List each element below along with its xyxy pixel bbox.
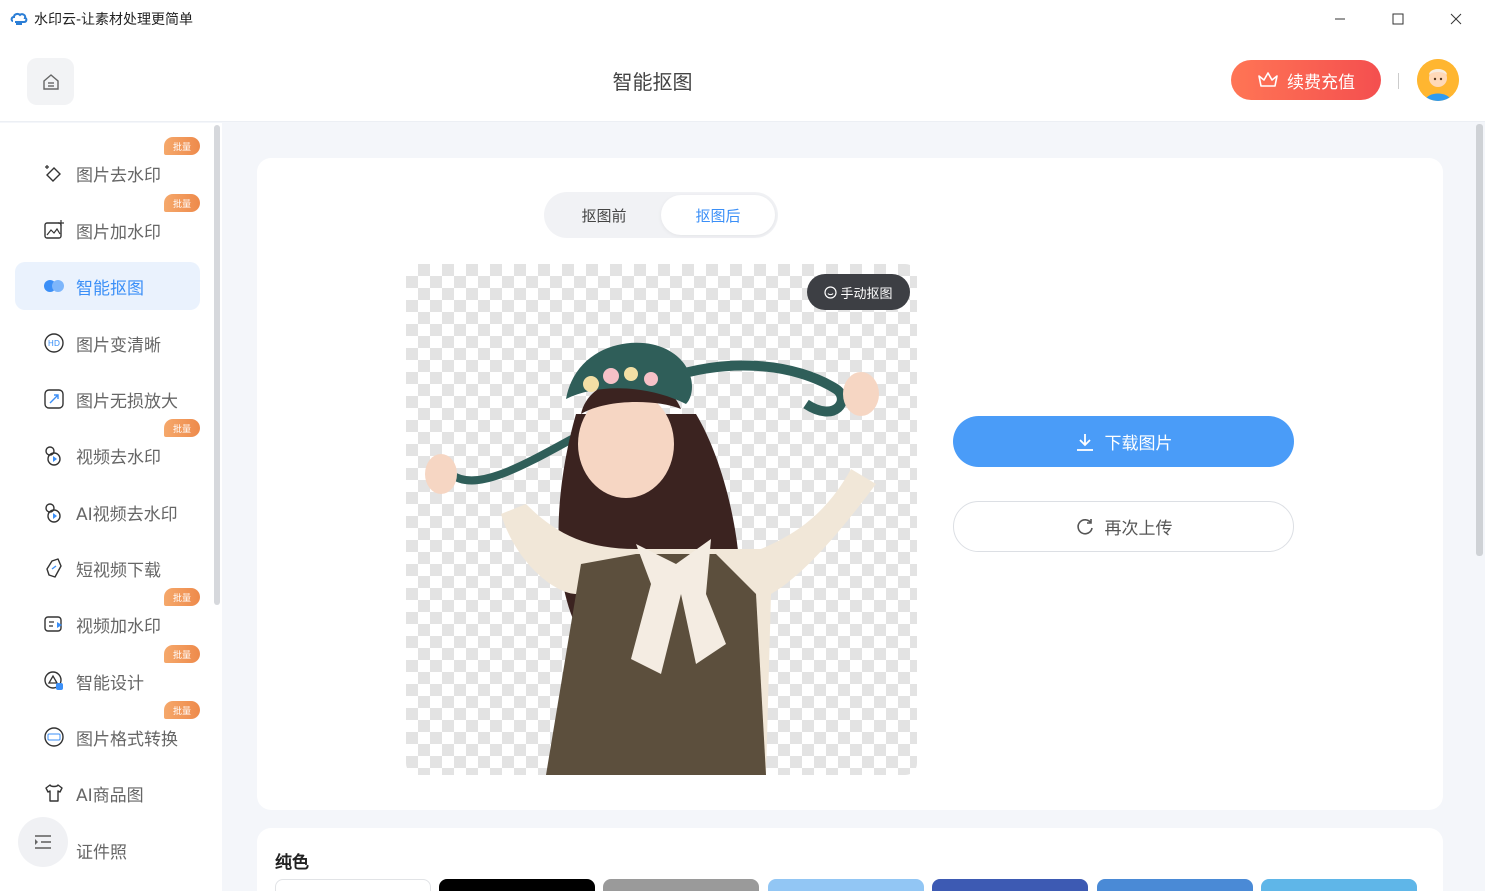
sidebar-item-label: 短视频下载 bbox=[76, 560, 161, 581]
reupload-label: 再次上传 bbox=[1104, 519, 1173, 539]
minimize-icon bbox=[1335, 18, 1345, 20]
batch-badge: 批量 bbox=[164, 701, 200, 719]
batch-badge: 批量 bbox=[164, 137, 200, 155]
sidebar-item-ai-product-image[interactable]: AI商品图 bbox=[15, 769, 200, 817]
video-eraser-icon bbox=[42, 443, 66, 467]
download-icon bbox=[1076, 433, 1093, 451]
user-avatar-icon bbox=[1417, 59, 1459, 101]
reupload-button[interactable]: 再次上传 bbox=[953, 501, 1294, 552]
eraser-icon bbox=[42, 161, 66, 185]
sidebar-item-label: AI视频去水印 bbox=[76, 504, 178, 525]
cutout-subject-image bbox=[425, 342, 879, 775]
design-icon bbox=[42, 669, 66, 693]
sidebar-item-video-remove-watermark[interactable]: 视频去水印 批量 bbox=[15, 419, 200, 479]
video-add-icon bbox=[42, 612, 66, 636]
manual-cutout-button[interactable]: 手动抠图 bbox=[807, 274, 910, 310]
renew-button[interactable]: 续费充值 bbox=[1231, 60, 1381, 100]
color-swatch[interactable] bbox=[768, 879, 924, 891]
hd-icon: HD bbox=[42, 331, 66, 355]
sidebar-item-add-watermark[interactable]: 图片加水印 批量 bbox=[15, 194, 200, 254]
sidebar-item-enhance[interactable]: HD 图片变清晰 bbox=[15, 319, 200, 367]
cutout-icon bbox=[42, 274, 66, 298]
sidebar-item-label: 图片去水印 bbox=[76, 165, 161, 186]
section-title: 纯色 bbox=[275, 853, 309, 873]
page-title: 智能抠图 bbox=[612, 70, 693, 94]
minimize-button[interactable] bbox=[1311, 0, 1369, 38]
sidebar-item-short-video-download[interactable]: 短视频下载 bbox=[15, 544, 200, 592]
sidebar-item-label: 视频去水印 bbox=[76, 447, 161, 468]
app-logo-icon bbox=[10, 12, 28, 25]
tab-after[interactable]: 抠图后 bbox=[661, 195, 775, 235]
refresh-icon bbox=[1076, 518, 1093, 535]
tab-before[interactable]: 抠图前 bbox=[547, 195, 661, 235]
svg-text:HD: HD bbox=[48, 339, 60, 348]
before-after-toggle: 抠图前 抠图后 bbox=[544, 192, 778, 238]
batch-badge: 批量 bbox=[164, 194, 200, 212]
image-add-icon bbox=[42, 218, 66, 242]
smile-icon bbox=[824, 285, 838, 299]
maximize-button[interactable] bbox=[1369, 0, 1427, 38]
link-icon bbox=[42, 556, 66, 580]
window-controls bbox=[1311, 0, 1485, 38]
batch-badge: 批量 bbox=[164, 645, 200, 663]
collapse-sidebar-button[interactable] bbox=[18, 817, 68, 867]
batch-badge: 批量 bbox=[164, 419, 200, 437]
sidebar-item-label: 图片加水印 bbox=[76, 222, 161, 243]
ai-video-icon bbox=[42, 500, 66, 524]
cutout-result-card: 抠图前 抠图后 手动抠图 下载图片 再次上传 bbox=[257, 158, 1443, 810]
sidebar: 图片去水印 批量 图片加水印 批量 智能抠图 HD 图片变清晰 图片无损放大 视… bbox=[0, 123, 222, 891]
color-swatch[interactable] bbox=[275, 879, 431, 891]
sidebar-item-label: 图片无损放大 bbox=[76, 391, 178, 412]
sidebar-item-ai-video-remove-watermark[interactable]: AI视频去水印 bbox=[15, 488, 200, 536]
download-label: 下载图片 bbox=[1104, 434, 1173, 454]
color-swatch[interactable] bbox=[439, 879, 595, 891]
app-header: 智能抠图 续费充值 bbox=[0, 38, 1485, 122]
sidebar-scrollbar[interactable] bbox=[214, 125, 220, 605]
sidebar-item-label: 图片变清晰 bbox=[76, 335, 161, 356]
sidebar-item-smart-cutout[interactable]: 智能抠图 bbox=[15, 262, 200, 310]
title-bar: 水印云-让素材处理更简单 bbox=[0, 0, 1485, 38]
cutout-preview: 手动抠图 bbox=[406, 264, 917, 775]
sidebar-item-label: 视频加水印 bbox=[76, 616, 161, 637]
shirt-icon bbox=[42, 781, 66, 805]
enlarge-icon bbox=[42, 387, 66, 411]
header-divider bbox=[1398, 73, 1399, 89]
renew-label: 续费充值 bbox=[1287, 72, 1355, 93]
color-swatch[interactable] bbox=[603, 879, 759, 891]
menu-collapse-icon bbox=[35, 835, 51, 849]
sidebar-item-label: 图片格式转换 bbox=[76, 729, 178, 750]
window-title: 水印云-让素材处理更简单 bbox=[34, 12, 194, 28]
manual-cutout-label: 手动抠图 bbox=[840, 286, 893, 302]
close-button[interactable] bbox=[1427, 0, 1485, 38]
color-swatch[interactable] bbox=[932, 879, 1088, 891]
sidebar-item-remove-watermark[interactable]: 图片去水印 批量 bbox=[15, 137, 200, 197]
avatar[interactable] bbox=[1417, 59, 1459, 101]
sidebar-item-label: AI商品图 bbox=[76, 785, 144, 806]
sidebar-item-video-add-watermark[interactable]: 视频加水印 批量 bbox=[15, 588, 200, 648]
crown-icon bbox=[1258, 72, 1278, 87]
jpg-icon bbox=[42, 725, 66, 749]
download-image-button[interactable]: 下载图片 bbox=[953, 416, 1294, 467]
sidebar-item-smart-design[interactable]: 智能设计 批量 bbox=[15, 645, 200, 705]
main-scrollbar[interactable] bbox=[1476, 124, 1483, 556]
close-icon bbox=[1450, 13, 1462, 25]
batch-badge: 批量 bbox=[164, 588, 200, 606]
sidebar-item-upscale[interactable]: 图片无损放大 bbox=[15, 375, 200, 423]
color-swatch[interactable] bbox=[1261, 879, 1417, 891]
maximize-icon bbox=[1392, 13, 1404, 25]
sidebar-item-label: 智能设计 bbox=[76, 673, 144, 694]
sidebar-item-format-convert[interactable]: 图片格式转换 批量 bbox=[15, 701, 200, 761]
color-swatch[interactable] bbox=[1097, 879, 1253, 891]
background-color-panel: 纯色 bbox=[257, 828, 1443, 891]
sidebar-item-label: 智能抠图 bbox=[76, 278, 144, 299]
sidebar-item-label: 证件照 bbox=[76, 842, 127, 863]
